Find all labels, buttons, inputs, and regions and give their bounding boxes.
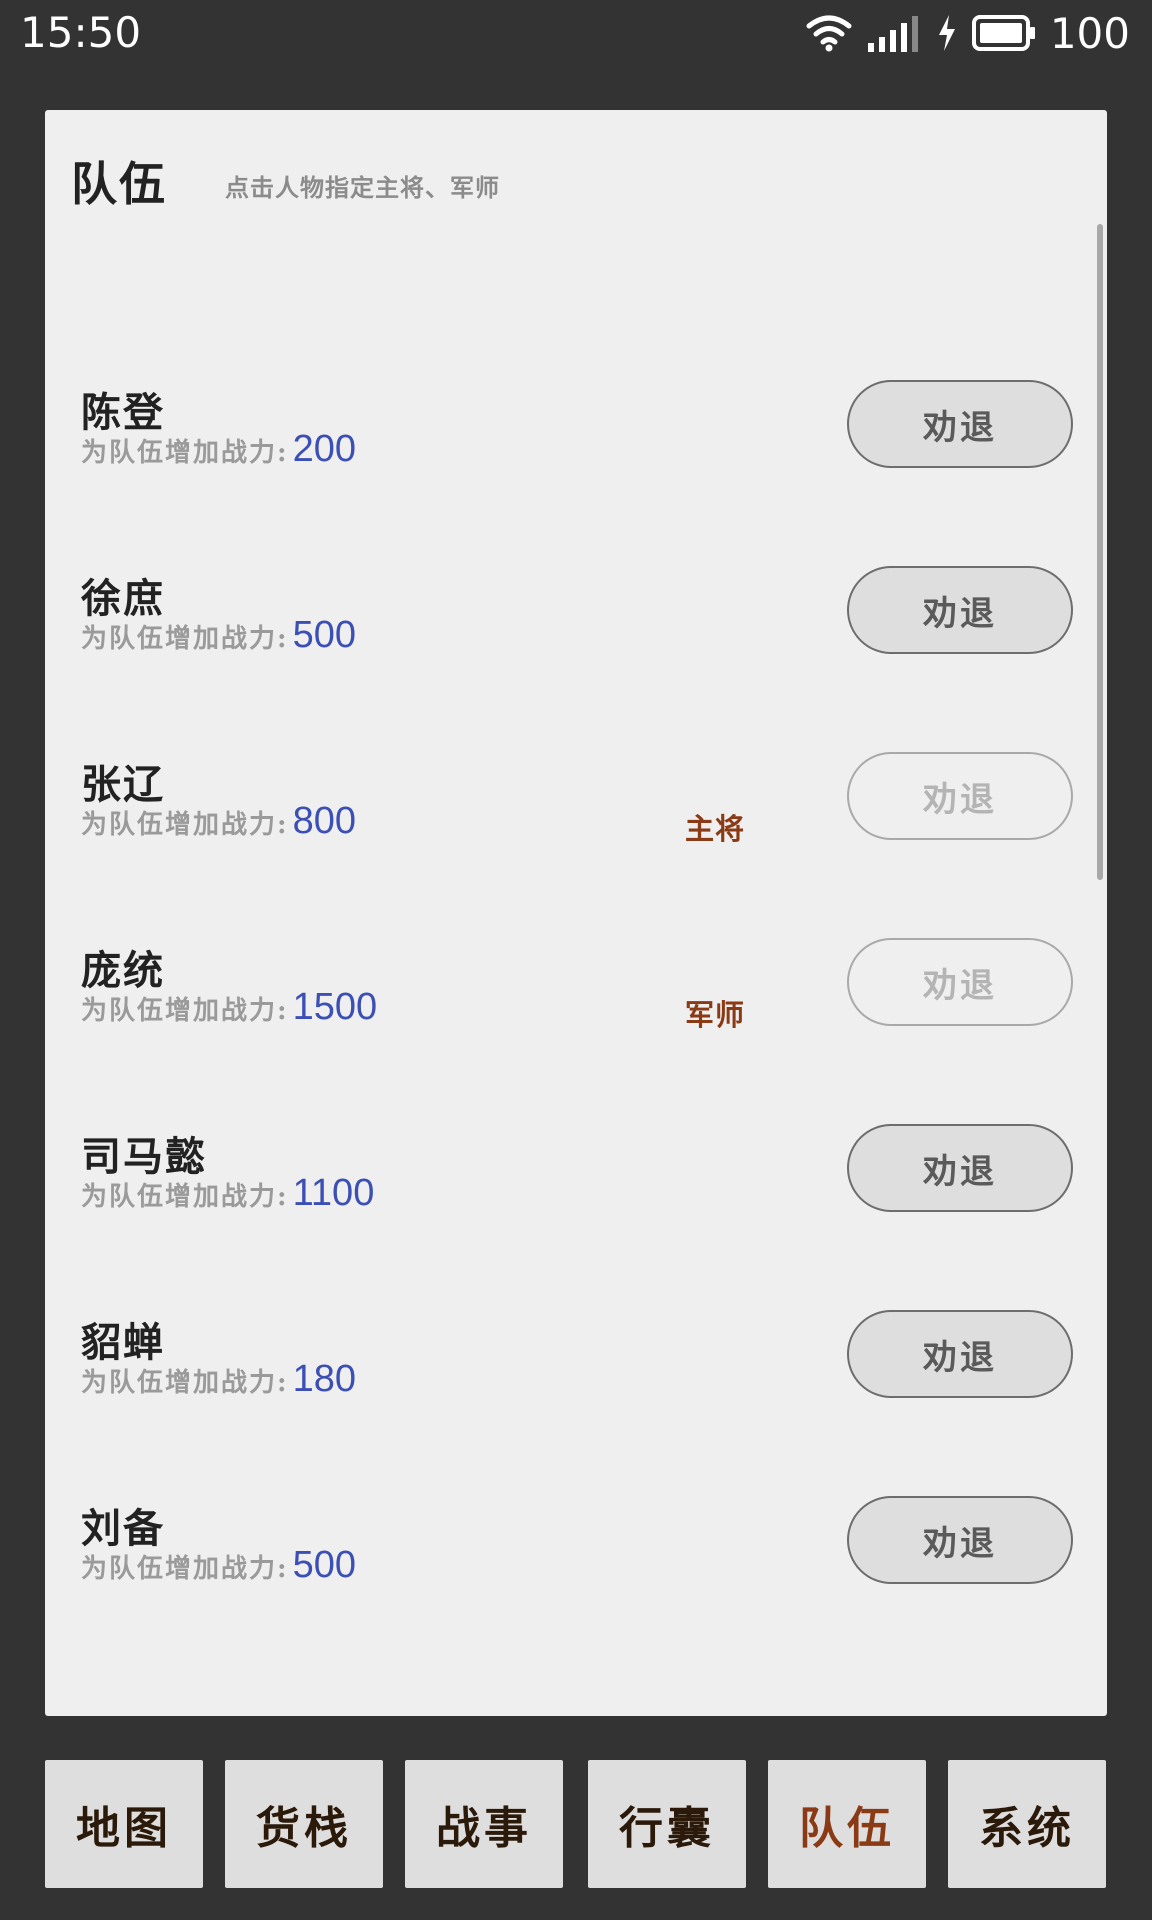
- battery-level: 100: [1049, 8, 1130, 58]
- dismiss-button[interactable]: 劝退: [847, 1124, 1073, 1212]
- power-value: 200: [292, 428, 357, 470]
- dismiss-button: 劝退: [847, 752, 1073, 840]
- signal-icon: [866, 13, 922, 53]
- power-label: 为队伍增加战力:: [81, 1182, 289, 1212]
- bottom-nav: 地图 货栈 战事 行囊 队伍 系统: [45, 1760, 1107, 1890]
- role-tag-commander: 主将: [685, 812, 746, 846]
- nav-team-button[interactable]: 队伍: [768, 1760, 926, 1888]
- panel-subtitle: 点击人物指定主将、军师: [225, 173, 500, 202]
- nav-map-button[interactable]: 地图: [45, 1760, 203, 1888]
- wifi-icon: [806, 13, 852, 53]
- list-item[interactable]: 庞统 为队伍增加战力: 1500 军师 劝退: [45, 932, 1107, 1118]
- dismiss-button[interactable]: 劝退: [847, 1310, 1073, 1398]
- dismiss-button[interactable]: 劝退: [847, 380, 1073, 468]
- power-label: 为队伍增加战力:: [81, 624, 289, 654]
- member-power: 为队伍增加战力: 1500: [81, 986, 377, 1029]
- member-power: 为队伍增加战力: 180: [81, 1358, 356, 1401]
- list-item[interactable]: 陈登 为队伍增加战力: 200 劝退: [45, 374, 1107, 560]
- scrollbar[interactable]: [1097, 224, 1103, 880]
- list-item[interactable]: 刘备 为队伍增加战力: 500 劝退: [45, 1490, 1107, 1618]
- nav-system-button[interactable]: 系统: [948, 1760, 1106, 1888]
- list-item[interactable]: 貂蝉 为队伍增加战力: 180 劝退: [45, 1304, 1107, 1490]
- role-tag-strategist: 军师: [685, 998, 746, 1032]
- dismiss-button[interactable]: 劝退: [847, 566, 1073, 654]
- power-label: 为队伍增加战力:: [81, 810, 289, 840]
- power-value: 1500: [292, 986, 378, 1028]
- member-power: 为队伍增加战力: 1100: [81, 1172, 374, 1215]
- power-value: 800: [292, 800, 357, 842]
- power-value: 500: [292, 1544, 357, 1586]
- member-power: 为队伍增加战力: 500: [81, 614, 356, 657]
- power-label: 为队伍增加战力:: [81, 996, 289, 1026]
- power-value: 1100: [292, 1172, 375, 1214]
- status-bar: 15:50 100: [0, 0, 1152, 66]
- battery-icon: [971, 14, 1036, 52]
- team-panel: 队伍 点击人物指定主将、军师 陈登 为队伍增加战力: 200 劝退 徐庶 为队伍…: [45, 110, 1107, 1716]
- list-item[interactable]: 张辽 为队伍增加战力: 800 主将 劝退: [45, 746, 1107, 932]
- member-power: 为队伍增加战力: 800: [81, 800, 356, 843]
- list-item[interactable]: 徐庶 为队伍增加战力: 500 劝退: [45, 560, 1107, 746]
- charging-icon: [936, 13, 958, 53]
- power-label: 为队伍增加战力:: [81, 1554, 289, 1584]
- list-item[interactable]: 司马懿 为队伍增加战力: 1100 劝退: [45, 1118, 1107, 1304]
- member-power: 为队伍增加战力: 500: [81, 1544, 356, 1587]
- member-power: 为队伍增加战力: 200: [81, 428, 356, 471]
- status-time: 15:50: [20, 8, 142, 57]
- dismiss-button: 劝退: [847, 938, 1073, 1026]
- power-value: 180: [292, 1358, 357, 1400]
- power-label: 为队伍增加战力:: [81, 1368, 289, 1398]
- nav-battle-button[interactable]: 战事: [405, 1760, 563, 1888]
- power-label: 为队伍增加战力:: [81, 438, 289, 468]
- member-list[interactable]: 陈登 为队伍增加战力: 200 劝退 徐庶 为队伍增加战力: 500 劝退 张辽…: [45, 260, 1107, 1618]
- nav-shop-button[interactable]: 货栈: [225, 1760, 383, 1888]
- dismiss-button[interactable]: 劝退: [847, 1496, 1073, 1584]
- power-value: 500: [292, 614, 357, 656]
- status-indicators: 100: [806, 8, 1130, 58]
- nav-inventory-button[interactable]: 行囊: [588, 1760, 746, 1888]
- panel-title: 队伍: [71, 157, 167, 211]
